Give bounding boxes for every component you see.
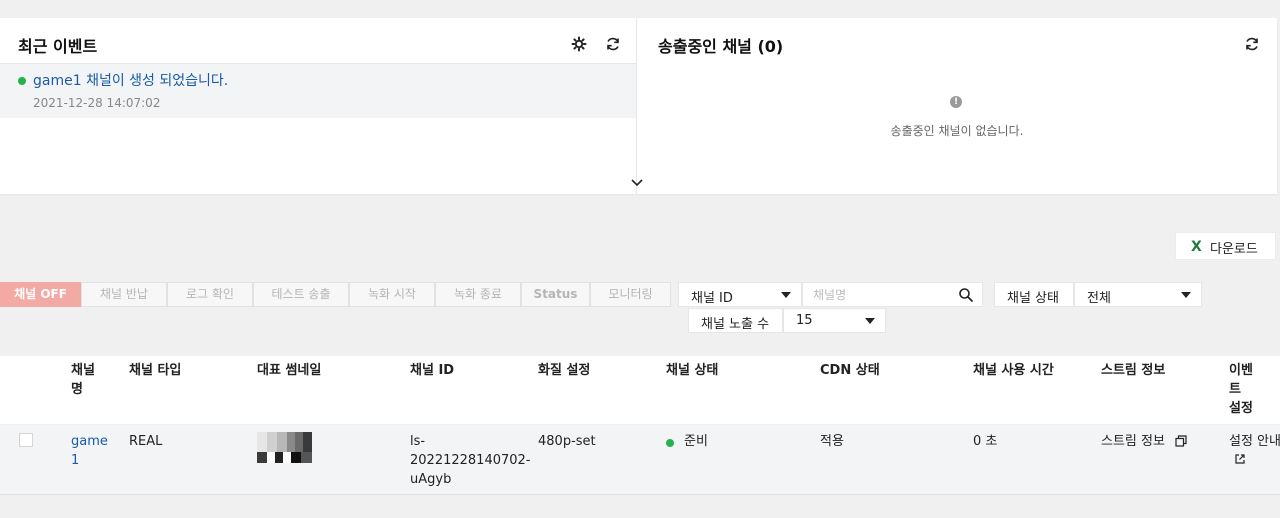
- channel-return-button[interactable]: 채널 반납: [81, 282, 167, 307]
- page-size-label: 채널 노출 수: [688, 308, 783, 333]
- event-status-dot: [18, 77, 26, 85]
- status-filter-value: 전체: [1087, 291, 1111, 306]
- table-row[interactable]: game 1 REAL ls- 20221228140702- uAgyb 48…: [0, 425, 1280, 495]
- row-checkbox[interactable]: [19, 433, 33, 447]
- stream-info-label: 스트림 정보: [1101, 434, 1165, 449]
- channel-name-link[interactable]: game 1: [71, 432, 108, 470]
- status-filter-label: 채널 상태: [994, 282, 1074, 307]
- cdn-status: 적용: [820, 434, 844, 449]
- page-size-label-text: 채널 노출 수: [701, 317, 770, 332]
- channel-type: REAL: [129, 434, 163, 449]
- monitoring-button[interactable]: 모니터링: [590, 282, 671, 307]
- streaming-channels-header: 송출중인 채널 (0): [637, 18, 1277, 64]
- event-message[interactable]: game1 채널이 생성 되었습니다.: [33, 70, 228, 90]
- stream-info-link[interactable]: 스트림 정보: [1101, 432, 1187, 451]
- channel-off-button[interactable]: 채널 OFF: [0, 282, 81, 307]
- gear-icon[interactable]: [571, 36, 587, 52]
- status-filter-select[interactable]: 전체: [1074, 282, 1202, 307]
- chevron-down-icon[interactable]: [630, 178, 644, 188]
- channel-table: 채널 명 채널 타입 대표 썸네일 채널 ID 화질 설정 채널 상태 CDN …: [0, 356, 1280, 496]
- copy-icon[interactable]: [1175, 435, 1187, 447]
- status-dot: [666, 439, 674, 447]
- log-check-button[interactable]: 로그 확인: [167, 282, 253, 307]
- status-button[interactable]: Status: [521, 282, 590, 307]
- channel-status: 준비: [684, 434, 708, 449]
- recent-events-panel: 최근 이벤트 game1 채널이 생성 되었습니다. 2021-12-28 14…: [0, 18, 636, 194]
- search-input[interactable]: [813, 286, 943, 304]
- excel-icon: X: [1191, 239, 1202, 255]
- channel-thumbnail[interactable]: [257, 432, 312, 463]
- external-link-icon[interactable]: [1234, 453, 1246, 465]
- quality-setting: 480p-set: [538, 434, 596, 449]
- caret-down-icon: [865, 318, 875, 324]
- test-broadcast-button[interactable]: 테스트 송출: [253, 282, 349, 307]
- channel-id: ls- 20221228140702- uAgyb: [410, 434, 531, 487]
- col-thumbnail: 대표 썸네일: [257, 363, 322, 378]
- streaming-channels-title: 송출중인 채널 (0): [658, 37, 784, 56]
- search-box[interactable]: [802, 282, 983, 307]
- search-field-value: 채널 ID: [691, 291, 733, 306]
- refresh-icon[interactable]: [1244, 36, 1260, 52]
- col-usage-time: 채널 사용 시간: [973, 363, 1054, 378]
- table-header: 채널 명 채널 타입 대표 썸네일 채널 ID 화질 설정 채널 상태 CDN …: [0, 356, 1280, 424]
- col-channel-type: 채널 타입: [129, 363, 182, 378]
- streaming-channels-panel: 송출중인 채널 (0) ! 송출중인 채널이 없습니다.: [637, 18, 1277, 194]
- recent-events-title: 최근 이벤트: [18, 37, 98, 56]
- page-size-select[interactable]: 15: [783, 308, 886, 333]
- recent-events-header: 최근 이벤트: [0, 18, 636, 64]
- download-label: 다운로드: [1210, 242, 1258, 257]
- caret-down-icon: [1181, 292, 1191, 298]
- download-button[interactable]: X 다운로드: [1175, 232, 1276, 260]
- empty-message: 송출중인 채널이 없습니다.: [890, 124, 1024, 138]
- event-setting-link[interactable]: 설정 안내: [1229, 432, 1280, 451]
- info-icon: !: [950, 96, 962, 108]
- page-size-value: 15: [796, 313, 813, 328]
- usage-time: 0 초: [973, 434, 998, 449]
- caret-down-icon: [781, 292, 791, 298]
- refresh-icon[interactable]: [605, 36, 621, 52]
- col-quality: 화질 설정: [538, 363, 591, 378]
- col-channel-name: 채널 명: [71, 363, 95, 397]
- col-stream-info: 스트림 정보: [1101, 363, 1166, 378]
- search-field-select[interactable]: 채널 ID: [678, 282, 802, 307]
- col-channel-id: 채널 ID: [410, 363, 455, 378]
- search-icon[interactable]: [958, 287, 974, 303]
- event-timestamp: 2021-12-28 14:07:02: [33, 96, 161, 110]
- dashboard-top: 최근 이벤트 game1 채널이 생성 되었습니다. 2021-12-28 14…: [0, 0, 1280, 195]
- record-stop-button[interactable]: 녹화 종료: [435, 282, 521, 307]
- record-start-button[interactable]: 녹화 시작: [349, 282, 435, 307]
- col-event-setting: 이벤 트 설정: [1229, 363, 1253, 416]
- col-cdn-status: CDN 상태: [820, 363, 880, 378]
- col-channel-status: 채널 상태: [666, 363, 719, 378]
- event-list-item[interactable]: game1 채널이 생성 되었습니다. 2021-12-28 14:07:02: [0, 64, 636, 118]
- status-filter-label-text: 채널 상태: [1007, 291, 1059, 306]
